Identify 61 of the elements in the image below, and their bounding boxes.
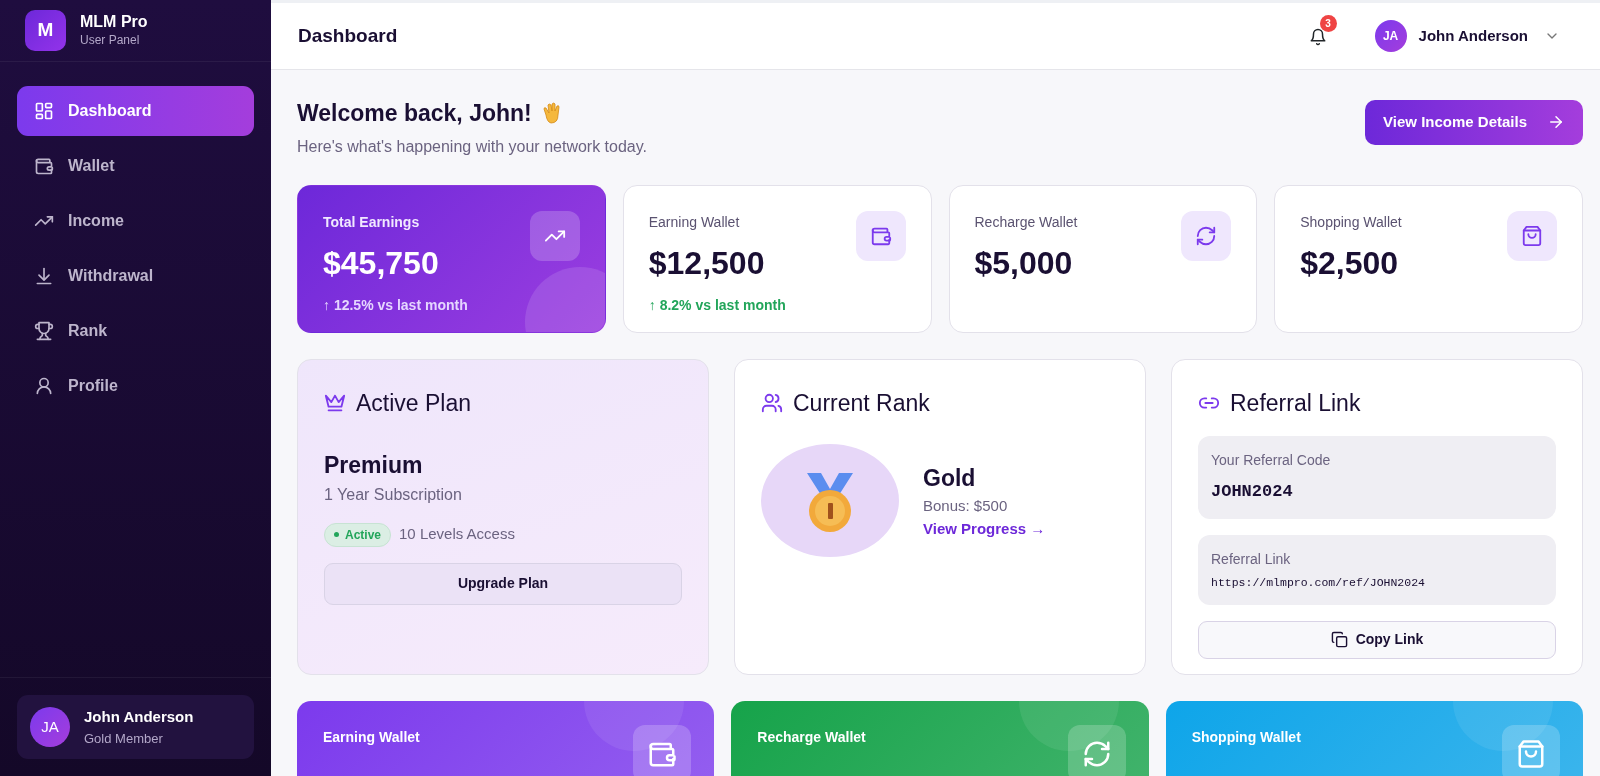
field-label: Your Referral Code bbox=[1211, 451, 1332, 470]
users-icon bbox=[761, 391, 783, 414]
stat-label: Total Earnings bbox=[323, 212, 421, 232]
user-icon bbox=[34, 376, 54, 396]
referral-code: JOHN2024 bbox=[1211, 481, 1294, 503]
wallet-icon bbox=[34, 156, 54, 176]
user-name: John Anderson bbox=[84, 707, 194, 727]
upgrade-plan-button[interactable]: Upgrade Plan bbox=[324, 562, 682, 605]
brand-name: MLM Pro bbox=[80, 11, 148, 32]
view-income-button[interactable]: View Income Details bbox=[1365, 100, 1583, 145]
stat-value: $2,500 bbox=[1300, 243, 1400, 283]
welcome-title: Welcome back, John! bbox=[297, 99, 532, 128]
plan-name: Premium bbox=[324, 451, 424, 480]
card-title: Active Plan bbox=[356, 388, 472, 418]
stat-value: $12,500 bbox=[648, 243, 766, 283]
user-role: Gold Member bbox=[84, 729, 164, 748]
refresh-icon bbox=[1195, 224, 1218, 247]
stat-label: Recharge Wallet bbox=[974, 212, 1079, 232]
trophy-icon bbox=[34, 321, 54, 341]
wallet-label: Shopping Wallet bbox=[1191, 727, 1302, 747]
notification-badge: 3 bbox=[1319, 15, 1337, 32]
stat-label: Earning Wallet bbox=[648, 212, 741, 232]
copy-link-button[interactable]: Copy Link bbox=[1198, 620, 1556, 659]
shopping-bag-icon bbox=[1521, 224, 1543, 247]
plan-access: 10 Levels Access bbox=[399, 524, 515, 545]
wallet-label: Earning Wallet bbox=[323, 727, 421, 747]
field-label: Referral Link bbox=[1211, 549, 1292, 569]
sidebar-item[interactable]: Rank bbox=[17, 306, 254, 356]
rank-bonus: Bonus: $500 bbox=[923, 496, 1009, 517]
sidebar-item[interactable]: Withdrawal bbox=[17, 251, 254, 301]
copy-icon bbox=[1330, 631, 1348, 649]
user-avatar: JA bbox=[30, 707, 70, 747]
card-title: Referral Link bbox=[1230, 388, 1361, 418]
card-title: Current Rank bbox=[793, 388, 930, 418]
welcome-subtitle: Here's what's happening with your network today. bbox=[297, 136, 647, 157]
user-card[interactable]: JA John Anderson Gold Member bbox=[17, 695, 254, 759]
brand-subtitle: User Panel bbox=[80, 32, 141, 50]
user-menu[interactable]: JA John Anderson bbox=[1374, 20, 1560, 52]
dashboard-icon bbox=[34, 101, 54, 121]
rank-name: Gold bbox=[923, 463, 977, 493]
wallet-label: Recharge Wallet bbox=[757, 727, 867, 747]
sidebar-item[interactable]: Dashboard bbox=[17, 86, 254, 136]
status-badge: Active bbox=[324, 522, 392, 547]
logo: M bbox=[25, 10, 66, 51]
sidebar-item[interactable]: Wallet bbox=[17, 141, 254, 191]
user-avatar: JA bbox=[1374, 20, 1407, 52]
user-name: John Anderson bbox=[1418, 25, 1528, 46]
view-progress-link[interactable]: View Progress → bbox=[923, 519, 1046, 537]
stat-trend: ↑ 12.5% vs last month bbox=[323, 295, 469, 315]
sidebar-item[interactable]: Profile bbox=[17, 361, 254, 411]
shopping-bag-icon bbox=[1516, 738, 1546, 769]
stat-value: $5,000 bbox=[974, 243, 1074, 283]
stat-value: $45,750 bbox=[323, 243, 440, 283]
bell-icon bbox=[1308, 27, 1327, 46]
stat-trend: ↑ 8.2% vs last month bbox=[648, 295, 787, 315]
sidebar-item[interactable]: Income bbox=[17, 196, 254, 246]
download-icon bbox=[34, 266, 54, 286]
referral-url: https://mlmpro.com/ref/JOHN2024 bbox=[1211, 574, 1426, 591]
plan-duration: 1 Year Subscription bbox=[324, 484, 463, 505]
stat-label: Shopping Wallet bbox=[1300, 212, 1403, 232]
page-title: Dashboard bbox=[298, 23, 398, 48]
